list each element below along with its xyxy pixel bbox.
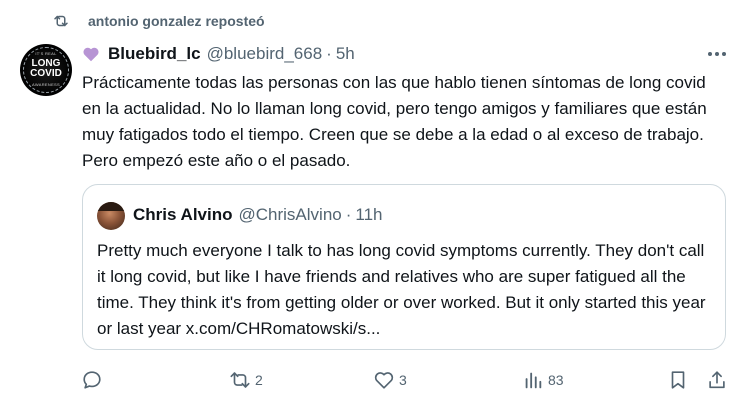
repost-context: antonio gonzalez reposteó [0, 0, 754, 36]
repost-count: 2 [255, 372, 263, 388]
tweet-text: Prácticamente todas las personas con las… [82, 73, 707, 170]
repost-icon [54, 15, 68, 27]
repost-label[interactable]: antonio gonzalez reposteó [88, 13, 265, 29]
quoted-header: Chris Alvino @ChrisAlvino · 11h [133, 205, 383, 225]
quoted-text: Pretty much everyone I talk to has long … [97, 241, 706, 338]
separator-dot: · [326, 44, 332, 63]
quoted-time[interactable]: 11h [355, 205, 382, 225]
quoted-author-name[interactable]: Chris Alvino [133, 205, 233, 225]
repost-action-icon [230, 372, 250, 388]
views-button[interactable]: 83 [522, 362, 564, 398]
quoted-avatar-hair [97, 202, 125, 211]
purple-heart-icon [83, 47, 99, 62]
more-options-icon[interactable] [706, 47, 728, 61]
bookmark-icon [671, 371, 685, 389]
action-bar: 2 3 83 [0, 362, 754, 398]
repost-button[interactable]: 2 [229, 362, 263, 398]
like-button[interactable]: 3 [373, 362, 407, 398]
author-handle[interactable]: @bluebird_668 [207, 44, 323, 64]
avatar-top-text: IT'S REAL [35, 51, 57, 56]
avatar[interactable]: IT'S REAL LONG COVID AWARENESS [20, 44, 72, 96]
share-button[interactable] [706, 362, 728, 398]
quoted-separator-dot: · [345, 205, 352, 224]
heart-icon [374, 372, 394, 389]
reply-button[interactable] [81, 362, 107, 398]
quoted-tweet[interactable]: Chris Alvino @ChrisAlvino · 11h Pretty m… [82, 184, 726, 350]
quoted-avatar[interactable] [97, 202, 125, 230]
avatar-bottom-text: AWARENESS [32, 82, 60, 87]
views-count: 83 [548, 372, 564, 388]
analytics-icon [525, 372, 542, 389]
avatar-line2: COVID [30, 68, 62, 79]
tweet-time[interactable]: 5h [336, 44, 355, 64]
quoted-handle[interactable]: @ChrisAlvino [239, 205, 342, 225]
tweet-header: Bluebird_lc @bluebird_668 · 5h [82, 43, 355, 65]
share-icon [709, 371, 725, 389]
bookmark-button[interactable] [667, 362, 689, 398]
author-name[interactable]: Bluebird_lc [108, 44, 201, 64]
reply-icon [83, 371, 101, 389]
like-count: 3 [399, 372, 407, 388]
